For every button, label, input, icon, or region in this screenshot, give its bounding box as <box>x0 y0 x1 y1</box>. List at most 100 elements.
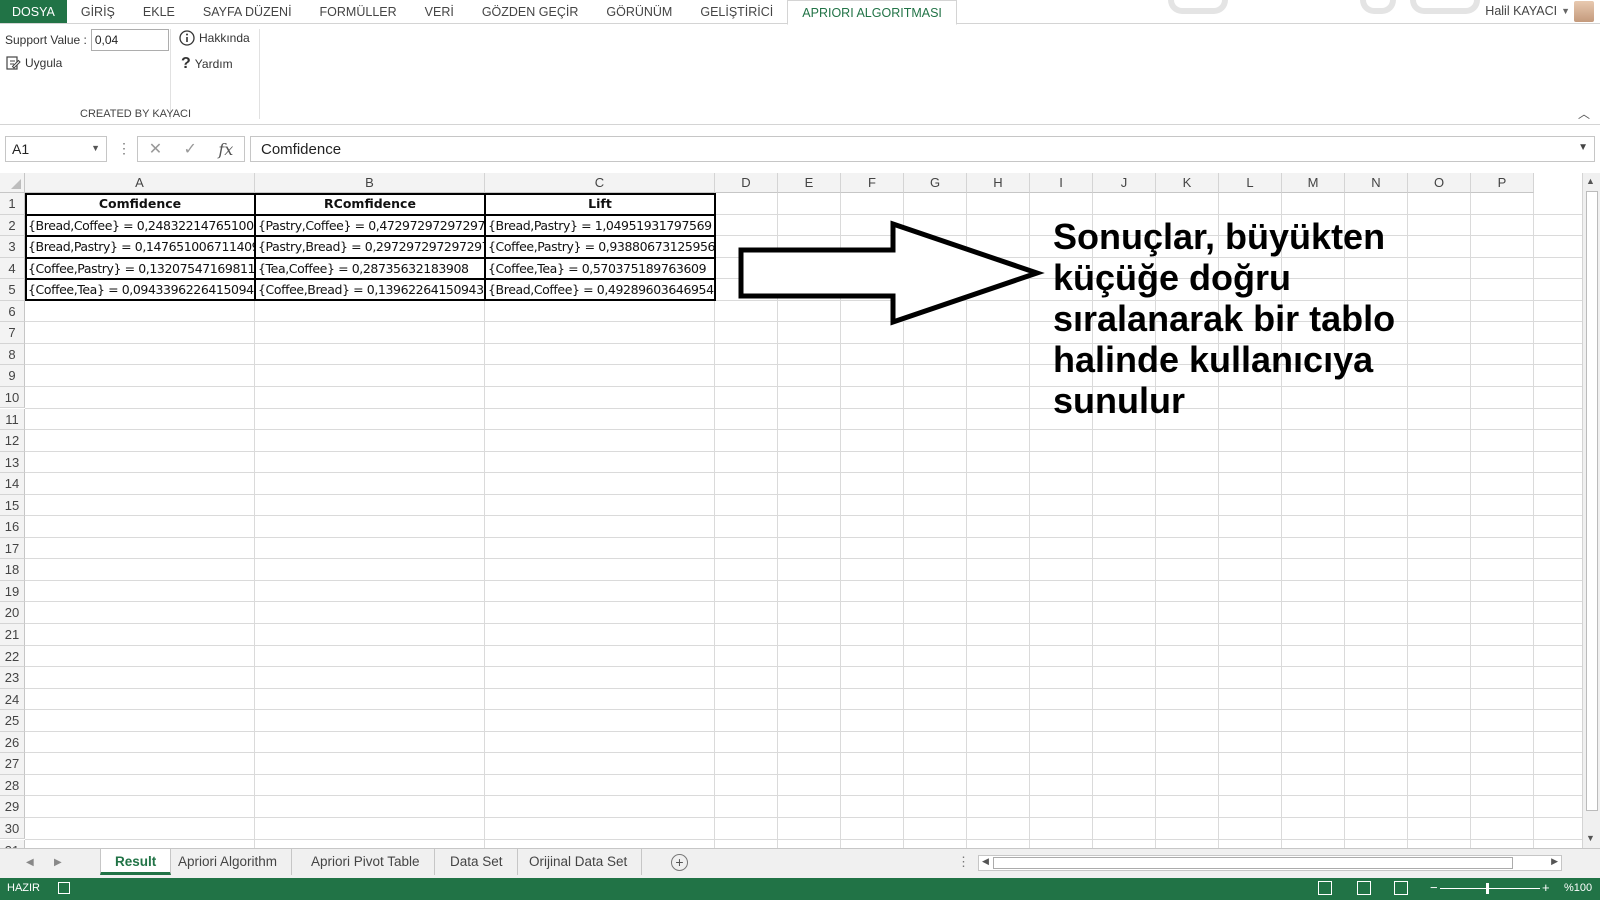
insert-function-icon[interactable]: fx <box>218 140 233 159</box>
column-header-e[interactable]: E <box>778 173 841 193</box>
scroll-up-icon[interactable]: ▲ <box>1586 176 1595 186</box>
scroll-left-icon[interactable]: ◀ <box>982 856 989 867</box>
table-cell[interactable]: {Coffee,Tea} = 0,570375189763609 <box>485 258 715 280</box>
row-header[interactable]: 6 <box>0 300 25 323</box>
tab-file[interactable]: DOSYA <box>0 0 67 23</box>
row-header[interactable]: 10 <box>0 386 25 409</box>
row-header[interactable]: 29 <box>0 796 25 818</box>
column-header-m[interactable]: M <box>1282 173 1345 193</box>
table-cell[interactable]: {Coffee,Bread} = 0,139622641509434 <box>255 279 485 301</box>
vertical-scrollbar[interactable]: ▲ ▼ <box>1582 173 1600 848</box>
sheet-tab-apriori-algorithm[interactable]: Apriori Algorithm <box>164 849 293 875</box>
sheet-tab-result[interactable]: Result <box>100 849 172 875</box>
row-header[interactable]: 16 <box>0 516 25 538</box>
column-header-p[interactable]: P <box>1471 173 1534 193</box>
table-cell[interactable]: {Bread,Coffee} = 0,248322147651007 <box>25 215 255 237</box>
scroll-thumb[interactable] <box>1586 191 1598 811</box>
column-header-c[interactable]: C <box>485 173 715 193</box>
row-header[interactable]: 18 <box>0 559 25 581</box>
table-cell[interactable]: {Tea,Coffee} = 0,28735632183908 <box>255 258 485 280</box>
column-header-o[interactable]: O <box>1408 173 1471 193</box>
row-header[interactable]: 21 <box>0 624 25 646</box>
prev-sheet-icon[interactable]: ◀ <box>26 857 34 868</box>
column-header-g[interactable]: G <box>904 173 967 193</box>
name-box[interactable]: A1 ▼ <box>5 136 107 162</box>
more-icon[interactable]: ⋮ <box>117 140 131 157</box>
row-header[interactable]: 20 <box>0 602 25 624</box>
row-header[interactable]: 5 <box>0 279 25 301</box>
more-icon[interactable]: ⋮ <box>957 854 970 870</box>
row-header[interactable]: 19 <box>0 580 25 603</box>
row-header[interactable]: 9 <box>0 365 25 387</box>
table-cell[interactable]: {Bread,Pastry} = 1,04951931797569 <box>485 215 715 237</box>
tab-page-layout[interactable]: SAYFA DÜZENİ <box>189 0 306 23</box>
table-cell[interactable]: {Bread,Pastry} = 0,147651006711409 <box>25 236 255 258</box>
apply-button[interactable]: Uygula <box>6 55 62 70</box>
column-header-h[interactable]: H <box>967 173 1030 193</box>
row-header[interactable]: 25 <box>0 710 25 732</box>
macro-record-icon[interactable] <box>58 882 70 894</box>
table-header-cell[interactable]: Comfidence <box>25 193 255 215</box>
about-button[interactable]: Hakkında <box>179 30 250 46</box>
column-header-n[interactable]: N <box>1345 173 1408 193</box>
sheet-tab-orijinal-data-set[interactable]: Orijinal Data Set <box>515 849 643 875</box>
normal-view-icon[interactable] <box>1318 881 1332 895</box>
row-header[interactable]: 31 <box>0 839 25 848</box>
avatar[interactable] <box>1574 1 1594 22</box>
column-header-l[interactable]: L <box>1219 173 1282 193</box>
select-all-corner[interactable] <box>0 173 25 193</box>
row-header[interactable]: 22 <box>0 645 25 668</box>
column-header-b[interactable]: B <box>255 173 485 193</box>
zoom-in-icon[interactable]: + <box>1542 880 1550 895</box>
row-header[interactable]: 13 <box>0 451 25 474</box>
zoom-slider-knob[interactable] <box>1486 883 1489 894</box>
table-cell[interactable]: {Pastry,Bread} = 0,297297297297297 <box>255 236 485 258</box>
expand-formula-icon[interactable]: ▼ <box>1578 142 1588 153</box>
user-account[interactable]: Halil KAYACI ▼ <box>1485 0 1570 22</box>
support-value-input[interactable] <box>90 29 169 51</box>
row-header[interactable]: 15 <box>0 494 25 517</box>
tab-home[interactable]: GİRİŞ <box>67 0 129 23</box>
row-header[interactable]: 12 <box>0 430 25 452</box>
table-header-cell[interactable]: Lift <box>485 193 715 215</box>
cancel-icon[interactable]: ✕ <box>149 139 162 159</box>
tab-data[interactable]: VERİ <box>411 0 468 23</box>
column-header-i[interactable]: I <box>1030 173 1093 193</box>
row-header[interactable]: 26 <box>0 731 25 754</box>
column-header-j[interactable]: J <box>1093 173 1156 193</box>
row-header[interactable]: 23 <box>0 667 25 689</box>
horizontal-scrollbar[interactable]: ◀ ▶ <box>978 855 1562 871</box>
row-header[interactable]: 28 <box>0 774 25 797</box>
tab-view[interactable]: GÖRÜNÜM <box>592 0 686 23</box>
row-header[interactable]: 14 <box>0 473 25 495</box>
column-header-d[interactable]: D <box>715 173 778 193</box>
table-cell[interactable]: {Coffee,Tea} = 0,0943396226415094 <box>25 279 255 301</box>
row-header[interactable]: 4 <box>0 257 25 280</box>
add-sheet-icon[interactable]: + <box>671 854 688 871</box>
table-cell[interactable]: {Bread,Coffee} = 0,492896036469545 <box>485 279 715 301</box>
zoom-level[interactable]: %100 <box>1564 882 1592 894</box>
scroll-down-icon[interactable]: ▼ <box>1586 833 1595 843</box>
chevron-down-icon[interactable]: ▼ <box>91 143 100 153</box>
column-header-a[interactable]: A <box>25 173 255 193</box>
zoom-out-icon[interactable]: − <box>1430 880 1438 895</box>
table-cell[interactable]: {Coffee,Pastry} = 0,132075471698113 <box>25 258 255 280</box>
table-cell[interactable]: {Coffee,Pastry} = 0,938806731259561 <box>485 236 715 258</box>
row-header[interactable]: 7 <box>0 322 25 344</box>
formula-input[interactable]: Comfidence ▼ <box>250 136 1595 162</box>
enter-icon[interactable]: ✓ <box>184 139 197 159</box>
zoom-slider[interactable] <box>1440 888 1540 889</box>
column-header-f[interactable]: F <box>841 173 904 193</box>
help-button[interactable]: ? Yardım <box>181 55 233 73</box>
row-header[interactable]: 27 <box>0 753 25 775</box>
row-header[interactable]: 24 <box>0 688 25 711</box>
next-sheet-icon[interactable]: ▶ <box>54 857 62 868</box>
page-layout-view-icon[interactable] <box>1357 881 1371 895</box>
row-header[interactable]: 11 <box>0 408 25 430</box>
row-header[interactable]: 30 <box>0 817 25 840</box>
table-cell[interactable]: {Pastry,Coffee} = 0,472972972972973 <box>255 215 485 237</box>
table-header-cell[interactable]: RComfidence <box>255 193 485 215</box>
tab-formulas[interactable]: FORMÜLLER <box>306 0 411 23</box>
row-header[interactable]: 17 <box>0 537 25 560</box>
tab-review[interactable]: GÖZDEN GEÇİR <box>468 0 593 23</box>
